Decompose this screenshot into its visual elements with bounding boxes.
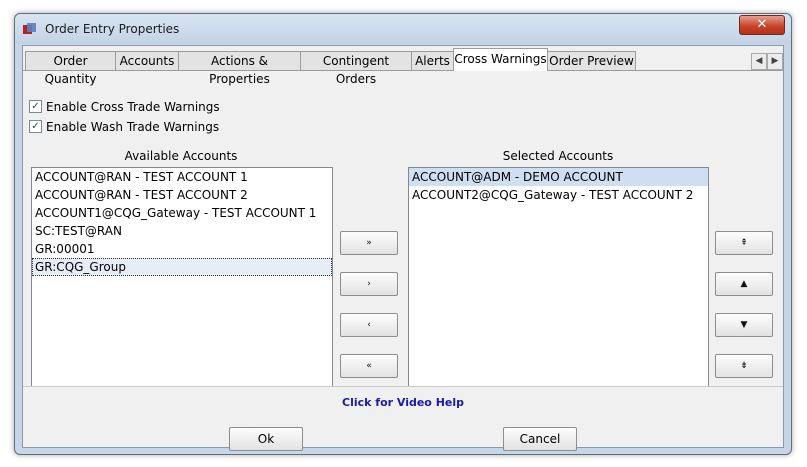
- add-all-button[interactable]: »: [340, 231, 398, 255]
- chevron-left-icon: ◀: [755, 56, 763, 66]
- list-item[interactable]: GR:00001: [32, 240, 332, 258]
- title-bar[interactable]: Order Entry Properties ✕: [15, 14, 791, 44]
- cross-trade-checkbox[interactable]: ✓: [29, 100, 42, 113]
- list-item[interactable]: ACCOUNT2@CQG_Gateway - TEST ACCOUNT 2: [409, 186, 708, 204]
- chevron-right-icon: ›: [367, 279, 371, 289]
- dialog-client-area: Order Quantity Accounts Actions & Proper…: [22, 45, 784, 451]
- tab-scroll-right-button[interactable]: ▶: [767, 53, 783, 70]
- tab-strip: Order Quantity Accounts Actions & Proper…: [23, 48, 783, 86]
- move-to-bottom-button[interactable]: ⇟: [715, 354, 773, 378]
- wash-trade-checkbox[interactable]: ✓: [29, 120, 42, 133]
- list-item[interactable]: ACCOUNT@ADM - DEMO ACCOUNT: [409, 168, 708, 186]
- tab-order-preview[interactable]: Order Preview: [547, 51, 636, 70]
- available-accounts-header: Available Accounts: [124, 149, 238, 163]
- close-button[interactable]: ✕: [739, 15, 785, 35]
- tab-cross-warnings[interactable]: Cross Warnings: [453, 48, 548, 71]
- remove-all-button[interactable]: «: [340, 354, 398, 378]
- wash-trade-label: Enable Wash Trade Warnings: [46, 120, 220, 134]
- cross-warnings-panel: ✓ Enable Cross Trade Warnings ✓ Enable W…: [23, 70, 783, 451]
- selected-accounts-header: Selected Accounts: [502, 149, 614, 163]
- chevron-left-icon: ‹: [367, 320, 371, 330]
- available-accounts-list[interactable]: ACCOUNT@RAN - TEST ACCOUNT 1 ACCOUNT@RAN…: [31, 167, 333, 387]
- video-help-link[interactable]: Click for Video Help: [23, 396, 783, 409]
- list-item[interactable]: ACCOUNT@RAN - TEST ACCOUNT 2: [32, 186, 332, 204]
- close-icon: ✕: [756, 17, 768, 32]
- double-chevron-right-icon: »: [366, 238, 372, 248]
- move-up-button[interactable]: ▲: [715, 272, 773, 296]
- list-item[interactable]: SC:TEST@RAN: [32, 222, 332, 240]
- tab-accounts[interactable]: Accounts: [115, 51, 179, 70]
- tab-order-quantity[interactable]: Order Quantity: [25, 51, 116, 86]
- tab-actions-properties[interactable]: Actions & Properties: [178, 51, 301, 86]
- add-button[interactable]: ›: [340, 272, 398, 296]
- app-icon: [23, 23, 36, 34]
- cancel-button[interactable]: Cancel: [503, 427, 577, 451]
- list-item[interactable]: ACCOUNT@RAN - TEST ACCOUNT 1: [32, 168, 332, 186]
- dialog-window: Order Entry Properties ✕ Order Quantity …: [14, 13, 792, 455]
- cross-trade-label: Enable Cross Trade Warnings: [46, 100, 220, 114]
- triangle-down-icon: ▼: [740, 320, 748, 330]
- chevron-right-icon: ▶: [771, 56, 779, 66]
- tab-alerts[interactable]: Alerts: [411, 51, 454, 70]
- tab-scroll-left-button[interactable]: ◀: [751, 53, 767, 70]
- divider: [23, 386, 783, 387]
- selected-accounts-list[interactable]: ACCOUNT@ADM - DEMO ACCOUNT ACCOUNT2@CQG_…: [408, 167, 709, 387]
- ok-button[interactable]: Ok: [229, 427, 303, 451]
- move-down-button[interactable]: ▼: [715, 313, 773, 337]
- double-chevron-down-icon: ⇟: [740, 361, 748, 371]
- move-to-top-button[interactable]: ⇞: [715, 231, 773, 255]
- double-chevron-up-icon: ⇞: [740, 238, 748, 248]
- list-item[interactable]: ACCOUNT1@CQG_Gateway - TEST ACCOUNT 1: [32, 204, 332, 222]
- window-title: Order Entry Properties: [45, 22, 180, 36]
- tab-contingent-orders[interactable]: Contingent Orders: [300, 51, 412, 86]
- triangle-up-icon: ▲: [740, 279, 748, 289]
- double-chevron-left-icon: «: [366, 361, 372, 371]
- remove-button[interactable]: ‹: [340, 313, 398, 337]
- list-item[interactable]: GR:CQG_Group: [32, 258, 332, 276]
